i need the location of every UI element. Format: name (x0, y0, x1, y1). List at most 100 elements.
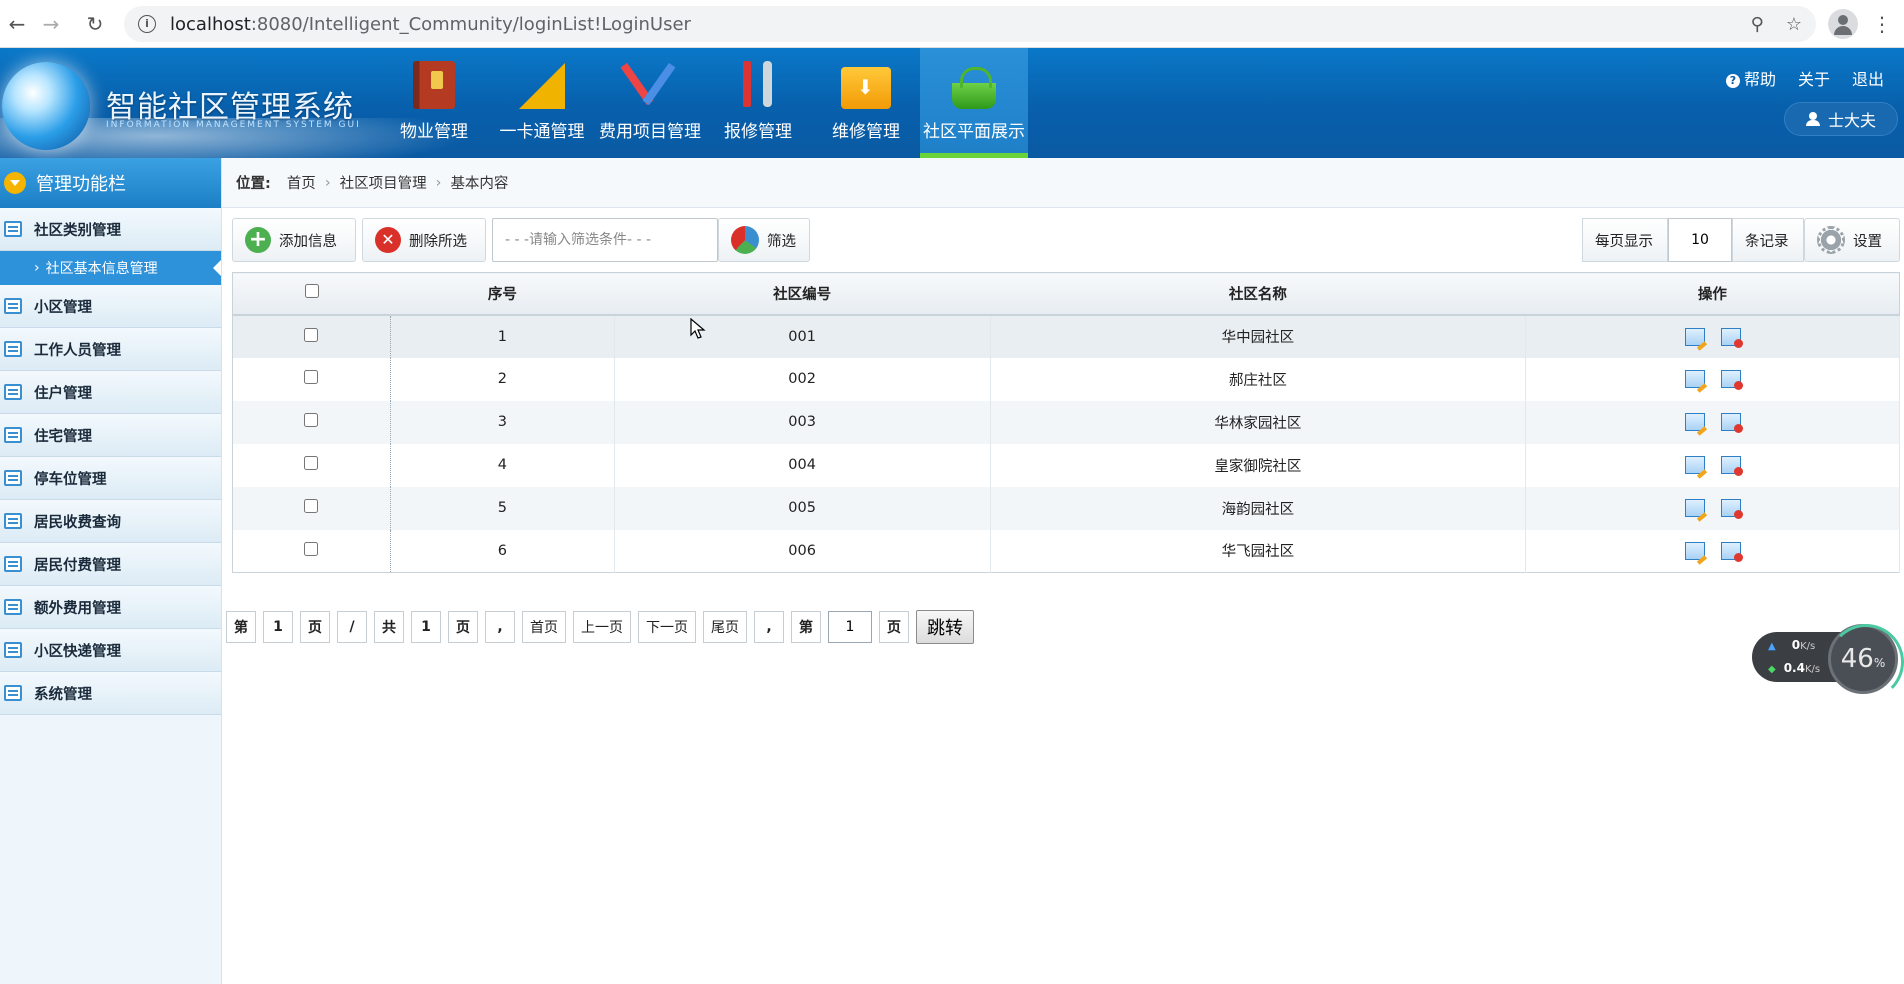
folder-download-icon (841, 67, 891, 109)
cell-code: 005 (614, 486, 991, 530)
row-select-cell (232, 529, 391, 573)
row-checkbox[interactable] (304, 370, 319, 384)
sidebar-item-community-category[interactable]: 社区类别管理 (0, 208, 221, 251)
topnav-card[interactable]: 一卡通管理 (488, 48, 596, 158)
edit-icon[interactable] (1684, 370, 1705, 388)
topnav-property[interactable]: 物业管理 (380, 48, 488, 158)
topnav-label: 维修管理 (832, 122, 900, 142)
filter-input[interactable] (492, 218, 718, 262)
delete-row-icon[interactable] (1720, 327, 1743, 348)
edit-icon[interactable] (1684, 327, 1705, 346)
sidebar-item-estate[interactable]: 小区管理 (0, 285, 221, 328)
sidebar-item-staff[interactable]: 工作人员管理 (0, 328, 221, 371)
edit-icon[interactable] (1684, 541, 1705, 560)
last-page-button[interactable]: 尾页 (703, 611, 747, 643)
row-select-cell (232, 443, 391, 487)
help-link[interactable]: ? 帮助 (1725, 66, 1776, 90)
filter-label: 筛选 (767, 233, 796, 250)
sidebar-item-residents[interactable]: 住户管理 (0, 371, 221, 414)
download-speed: ◆ 0.4K/s (1768, 661, 1820, 675)
edit-icon (4, 384, 22, 400)
jump-page-input[interactable] (828, 611, 872, 643)
upload-arrow-icon: ▲ (1768, 641, 1776, 652)
topnav-maintenance[interactable]: 维修管理 (812, 48, 920, 158)
col-seq: 序号 (390, 272, 615, 316)
forward-arrow-icon[interactable]: → (34, 7, 68, 41)
cell-actions (1525, 486, 1900, 530)
sidebar-item-label: 小区管理 (34, 299, 92, 316)
logout-link[interactable]: 退出 (1852, 66, 1884, 90)
sidebar-item-label: 系统管理 (34, 686, 92, 703)
delete-row-icon[interactable] (1720, 541, 1743, 562)
settings-button[interactable]: 设置 (1804, 218, 1900, 262)
back-arrow-icon[interactable]: ← (0, 7, 34, 41)
add-button[interactable]: + 添加信息 (232, 218, 356, 262)
breadcrumb-home[interactable]: 首页 (287, 172, 316, 193)
col-code: 社区编号 (614, 272, 991, 316)
download-arrow-icon: ◆ (1768, 664, 1776, 675)
calendar-icon (4, 556, 22, 572)
sidebar-item-parking[interactable]: 停车位管理 (0, 457, 221, 500)
delete-row-icon[interactable] (1720, 370, 1743, 390)
edit-icon[interactable] (1684, 499, 1705, 517)
sidebar-item-fee-query[interactable]: 居民收费查询 (0, 500, 221, 543)
topnav-label: 一卡通管理 (499, 122, 585, 142)
select-all-checkbox[interactable] (304, 284, 319, 299)
reload-icon[interactable]: ↻ (78, 7, 112, 41)
next-page-button[interactable]: 下一页 (638, 611, 696, 643)
sidebar-item-express[interactable]: 小区快递管理 (0, 629, 221, 672)
address-bar[interactable]: i localhost:8080/Intelligent_Community/l… (124, 6, 1816, 42)
cpu-percent-unit: % (1873, 656, 1886, 670)
user-badge[interactable]: 士大夫 (1784, 102, 1898, 136)
star-icon[interactable]: ☆ (1786, 14, 1802, 35)
collapse-toggle-icon[interactable] (4, 172, 26, 194)
book-icon (413, 61, 455, 109)
sidebar-item-system[interactable]: 系统管理 (0, 672, 221, 715)
per-page-input[interactable] (1668, 218, 1732, 262)
delete-row-icon[interactable] (1720, 499, 1743, 519)
topnav-fee-items[interactable]: 费用项目管理 (596, 48, 704, 158)
app-subtitle: INFORMATION MANAGEMENT SYSTEM GUI (106, 120, 361, 130)
calendar-icon (4, 470, 22, 486)
row-checkbox[interactable] (304, 327, 319, 342)
help-icon: ? (1725, 74, 1740, 88)
sidebar-item-payment[interactable]: 居民付费管理 (0, 543, 221, 586)
sidebar-subitem-community-info[interactable]: 社区基本信息管理 (0, 251, 221, 285)
prev-page-button[interactable]: 上一页 (573, 611, 631, 643)
community-table: 序号 社区编号 社区名称 操作 1 001 华中园社区 2 002 郝庄社区 3… (232, 272, 1900, 573)
site-info-icon[interactable]: i (138, 15, 156, 33)
edit-icon[interactable] (1684, 456, 1705, 474)
cell-seq: 3 (390, 400, 615, 444)
breadcrumb-current: 基本内容 (450, 176, 509, 192)
more-menu-icon[interactable]: ⋮ (1872, 10, 1892, 38)
jump-button[interactable]: 跳转 (916, 610, 974, 644)
network-speed-widget[interactable]: ▲ 0K/s ◆ 0.4K/s 46% (1752, 624, 1904, 700)
topnav-repair-report[interactable]: 报修管理 (704, 48, 812, 158)
sidebar-item-label: 居民收费查询 (34, 514, 121, 531)
row-checkbox[interactable] (304, 499, 319, 513)
cell-code: 006 (614, 529, 991, 573)
topnav-community-map[interactable]: 社区平面展示 (920, 48, 1028, 158)
first-page-button[interactable]: 首页 (522, 611, 566, 643)
sidebar-header[interactable]: 管理功能栏 (0, 158, 221, 208)
calendar-icon (4, 513, 22, 529)
table-row: 5 005 海韵园社区 (232, 486, 1900, 530)
row-checkbox[interactable] (304, 541, 319, 556)
delete-row-icon[interactable] (1720, 456, 1743, 476)
key-icon[interactable]: ⚲ (1751, 14, 1764, 35)
row-checkbox[interactable] (304, 456, 319, 470)
about-link[interactable]: 关于 (1798, 66, 1830, 90)
pager-total-pages: 1 (411, 611, 441, 643)
breadcrumb-project[interactable]: 社区项目管理 (340, 172, 427, 193)
edit-icon[interactable] (1684, 413, 1705, 431)
profile-avatar-icon[interactable] (1828, 9, 1858, 39)
sidebar-item-extra-fees[interactable]: 额外费用管理 (0, 586, 221, 629)
row-checkbox[interactable] (304, 413, 319, 427)
delete-selected-button[interactable]: ✕ 删除所选 (362, 218, 486, 262)
table-row: 4 004 皇家御院社区 (232, 443, 1900, 487)
filter-button[interactable]: 筛选 (718, 218, 810, 262)
delete-row-icon[interactable] (1720, 413, 1743, 433)
pager-ye3: 页 (879, 611, 909, 643)
sidebar-item-housing[interactable]: 住宅管理 (0, 414, 221, 457)
col-name: 社区名称 (990, 272, 1526, 316)
